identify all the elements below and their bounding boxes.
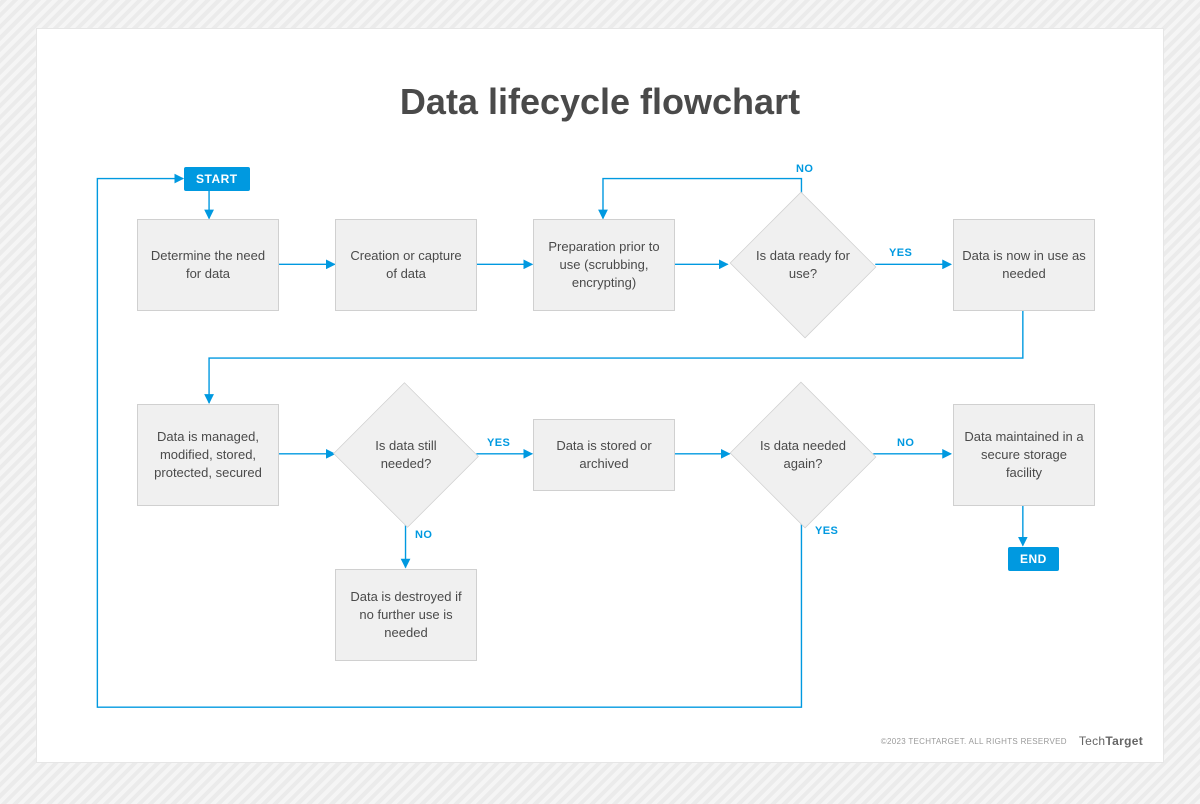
- node-managed: Data is managed, modified, stored, prote…: [137, 404, 279, 506]
- footer-brand: TechTarget: [1079, 734, 1143, 748]
- node-determine-need: Determine the need for data: [137, 219, 279, 311]
- node-maintained: Data maintained in a secure storage faci…: [953, 404, 1095, 506]
- flowchart-card: Data lifecycle flowchart: [36, 28, 1164, 763]
- node-in-use: Data is now in use as needed: [953, 219, 1095, 311]
- node-destroyed: Data is destroyed if no further use is n…: [335, 569, 477, 661]
- decision-ready: Is data ready for use?: [729, 195, 877, 335]
- connectors-layer: [37, 29, 1163, 762]
- chart-title: Data lifecycle flowchart: [37, 81, 1163, 123]
- node-preparation: Preparation prior to use (scrubbing, enc…: [533, 219, 675, 311]
- label-again-yes: YES: [815, 525, 838, 537]
- label-still-no: NO: [415, 529, 432, 541]
- node-creation: Creation or capture of data: [335, 219, 477, 311]
- footer-copyright: ©2023 TECHTARGET. ALL RIGHTS RESERVED: [881, 737, 1067, 746]
- label-ready-yes: YES: [889, 247, 912, 259]
- end-pill: END: [1008, 547, 1059, 571]
- label-still-yes: YES: [487, 437, 510, 449]
- label-again-no: NO: [897, 437, 914, 449]
- start-pill: START: [184, 167, 250, 191]
- decision-still-needed: Is data still needed?: [333, 385, 479, 525]
- footer: ©2023 TECHTARGET. ALL RIGHTS RESERVED Te…: [881, 734, 1143, 748]
- node-archived: Data is stored or archived: [533, 419, 675, 491]
- decision-needed-again: Is data needed again?: [729, 385, 877, 525]
- label-ready-no: NO: [796, 163, 813, 175]
